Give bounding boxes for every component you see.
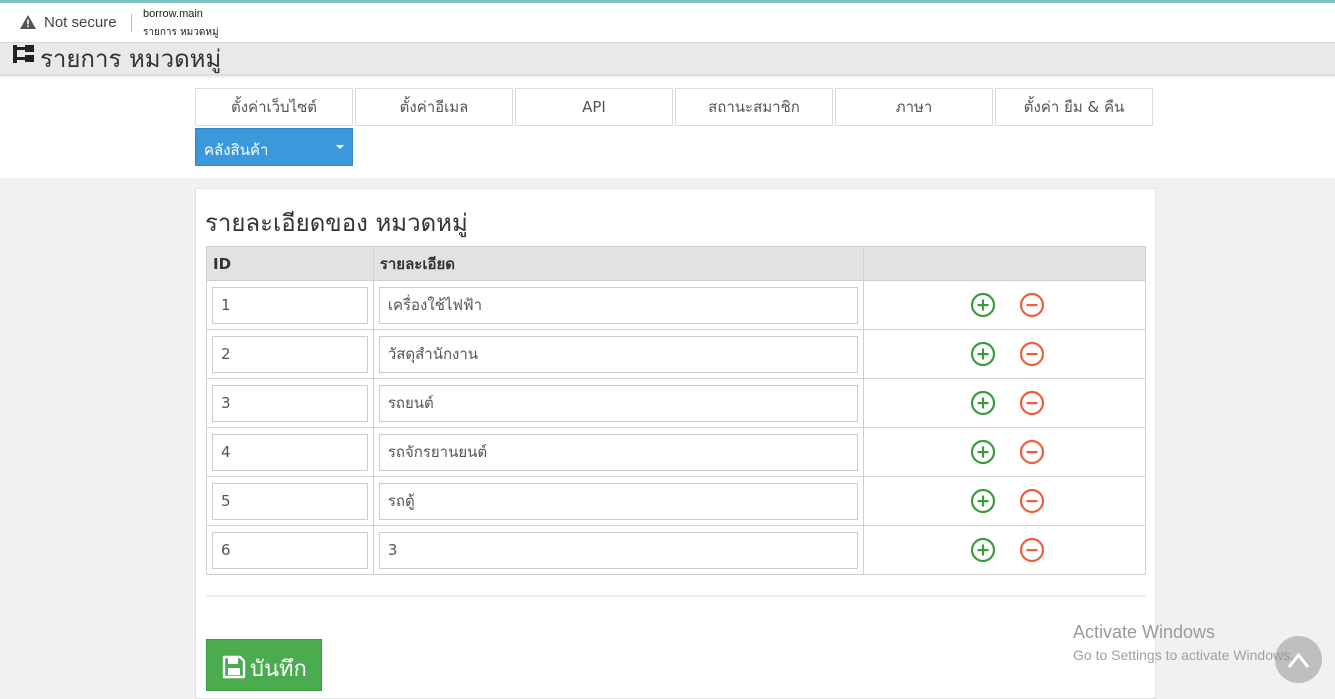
tab-language[interactable]: ภาษา bbox=[835, 88, 993, 126]
category-table: ID รายละเอียด 1 เครื่องใช้ไฟฟ้า 2 วัสดุส… bbox=[206, 246, 1146, 575]
tab-borrow-return-settings[interactable]: ตั้งค่า ยืม & คืน bbox=[995, 88, 1153, 126]
table-row: 2 วัสดุสำนักงาน bbox=[206, 329, 1146, 379]
inventory-dropdown[interactable]: คลังสินค้า bbox=[195, 128, 353, 166]
table-row: 4 รถจักรยานยนต์ bbox=[206, 427, 1146, 477]
security-label[interactable]: Not secure bbox=[44, 14, 117, 31]
detail-input[interactable]: เครื่องใช้ไฟฟ้า bbox=[378, 286, 859, 324]
tab-email-settings[interactable]: ตั้งค่าอีเมล bbox=[355, 88, 513, 126]
table-row: 1 เครื่องใช้ไฟฟ้า bbox=[206, 280, 1146, 330]
sitemap-icon bbox=[13, 45, 34, 63]
page-title: รายการ หมวดหมู่ bbox=[40, 45, 222, 73]
page-header: รายการ หมวดหมู่ bbox=[0, 43, 1335, 76]
save-button[interactable]: บันทึก bbox=[206, 639, 322, 691]
chevron-up-icon bbox=[1287, 652, 1310, 668]
plus-circle-icon[interactable] bbox=[970, 439, 996, 465]
id-input[interactable]: 6 bbox=[212, 531, 368, 569]
minus-circle-icon[interactable] bbox=[1019, 537, 1045, 563]
settings-nav: ตั้งค่าเว็บไซต์ ตั้งค่าอีเมล API สถานะสม… bbox=[0, 78, 1335, 178]
detail-input[interactable]: วัสดุสำนักงาน bbox=[378, 335, 859, 373]
panel-title: รายละเอียดของ หมวดหมู่ bbox=[205, 209, 468, 237]
id-input[interactable]: 5 bbox=[212, 482, 368, 520]
column-header-actions bbox=[863, 246, 1146, 281]
detail-input[interactable]: รถยนต์ bbox=[378, 384, 859, 422]
scroll-to-top-button[interactable] bbox=[1275, 636, 1322, 683]
id-input[interactable]: 2 bbox=[212, 335, 368, 373]
floppy-disk-icon bbox=[222, 655, 246, 679]
minus-circle-icon[interactable] bbox=[1019, 488, 1045, 514]
plus-circle-icon[interactable] bbox=[970, 292, 996, 318]
column-header-detail: รายละเอียด bbox=[372, 246, 865, 281]
id-input[interactable]: 3 bbox=[212, 384, 368, 422]
column-header-id: ID bbox=[206, 246, 374, 281]
address-host[interactable]: borrow.main bbox=[143, 8, 203, 20]
form-divider bbox=[206, 595, 1146, 597]
windows-activation-hint: Go to Settings to activate Windows. bbox=[1073, 647, 1294, 663]
plus-circle-icon[interactable] bbox=[970, 390, 996, 416]
detail-input[interactable]: รถจักรยานยนต์ bbox=[378, 433, 859, 471]
table-header-row: ID รายละเอียด bbox=[206, 246, 1146, 281]
table-row: 5 รถตู้ bbox=[206, 476, 1146, 526]
id-input[interactable]: 4 bbox=[212, 433, 368, 471]
address-separator bbox=[131, 14, 132, 32]
category-panel: รายละเอียดของ หมวดหมู่ ID รายละเอียด 1 เ… bbox=[195, 188, 1156, 699]
windows-activation-title: Activate Windows bbox=[1073, 622, 1216, 642]
table-row: 3 รถยนต์ bbox=[206, 378, 1146, 428]
detail-input[interactable]: รถตู้ bbox=[378, 482, 859, 520]
minus-circle-icon[interactable] bbox=[1019, 341, 1045, 367]
id-input[interactable]: 1 bbox=[212, 286, 368, 324]
caret-down-icon bbox=[336, 145, 344, 149]
minus-circle-icon[interactable] bbox=[1019, 439, 1045, 465]
table-row: 6 3 bbox=[206, 525, 1146, 575]
tab-website-settings[interactable]: ตั้งค่าเว็บไซต์ bbox=[195, 88, 353, 126]
save-button-label: บันทึก bbox=[250, 657, 307, 682]
minus-circle-icon[interactable] bbox=[1019, 292, 1045, 318]
address-page-title: รายการ หมวดหมู่ bbox=[143, 27, 219, 38]
warning-triangle-icon bbox=[20, 15, 36, 29]
plus-circle-icon[interactable] bbox=[970, 341, 996, 367]
minus-circle-icon[interactable] bbox=[1019, 390, 1045, 416]
tab-member-status[interactable]: สถานะสมาชิก bbox=[675, 88, 833, 126]
address-bar[interactable]: Not secure borrow.main รายการ หมวดหมู่ bbox=[0, 3, 1335, 43]
plus-circle-icon[interactable] bbox=[970, 537, 996, 563]
tab-api[interactable]: API bbox=[515, 88, 673, 126]
detail-input[interactable]: 3 bbox=[378, 531, 859, 569]
plus-circle-icon[interactable] bbox=[970, 488, 996, 514]
inventory-dropdown-label: คลังสินค้า bbox=[204, 141, 269, 159]
